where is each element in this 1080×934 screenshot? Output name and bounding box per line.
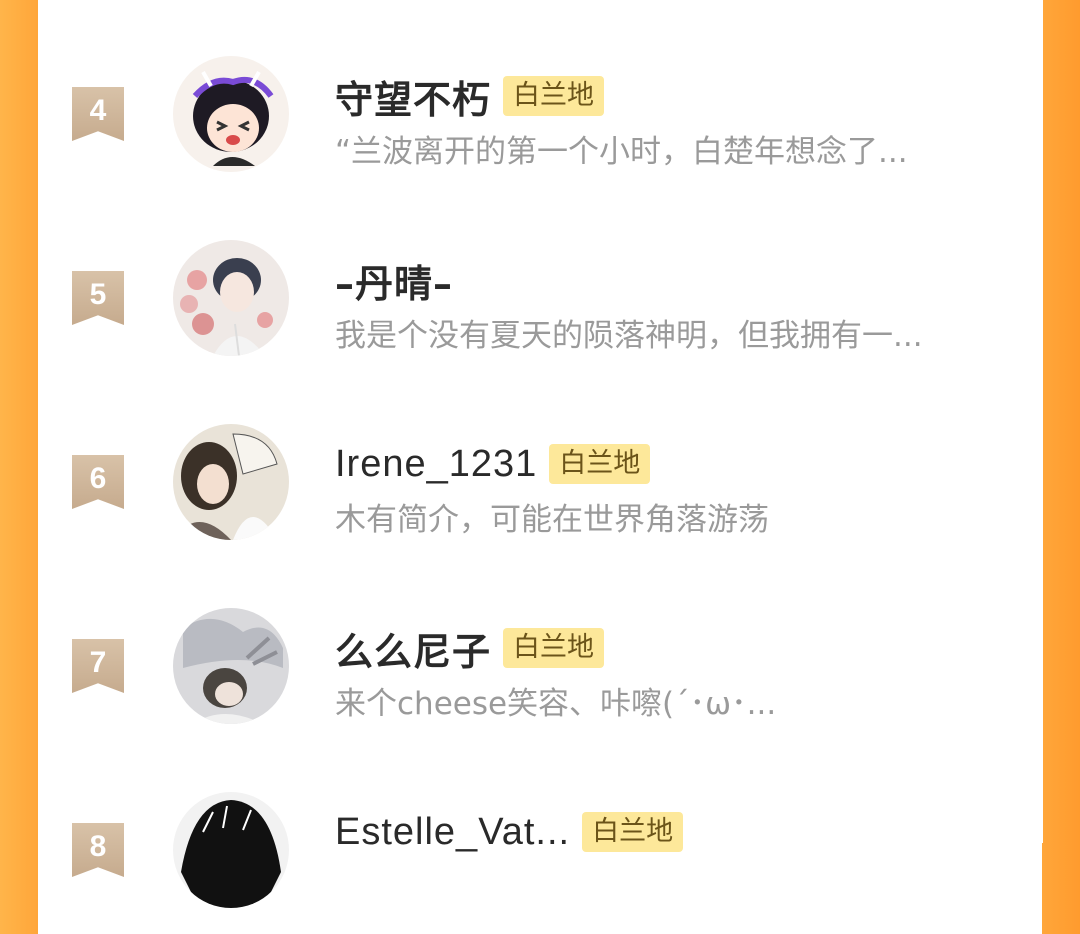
user-name[interactable]: Estelle_Vat... (335, 811, 570, 854)
rank-bookmark-badge: 5 (72, 271, 124, 325)
rank-bookmark-badge: 8 (72, 823, 124, 877)
user-name-line: 守望不朽 白兰地 (335, 69, 605, 124)
avatar[interactable] (173, 240, 289, 356)
user-description: 来个cheese笑容、咔嚓(´･ω･... (335, 686, 777, 722)
brandy-badge: 白兰地 (503, 628, 605, 668)
ranking-list-item[interactable]: 5 –丹晴– 我是个没有夏天的陨落神明，但我拥有一... (38, 212, 1043, 382)
avatar[interactable] (173, 424, 289, 540)
avatar[interactable] (173, 608, 289, 724)
avatar[interactable] (173, 56, 289, 172)
user-name[interactable]: –丹晴– (335, 253, 453, 308)
user-name[interactable]: 守望不朽 (335, 69, 491, 124)
avatar-anime-fan-couple-icon (173, 424, 289, 540)
ranking-panel: 4 守望不朽 白兰地 “兰波离开的第一个小时，白楚年想念了... 5 –丹晴– … (38, 0, 1043, 908)
ranking-list-item[interactable]: 8 Estelle_Vat... 白兰地 (38, 764, 1043, 934)
user-name-line: 么么尼子 白兰地 (335, 621, 605, 676)
avatar-anime-boy-crying-icon (173, 56, 289, 172)
user-name[interactable]: Irene_1231 (335, 443, 537, 486)
rank-bookmark-badge: 6 (72, 455, 124, 509)
rank-bookmark-badge: 4 (72, 87, 124, 141)
user-description: 我是个没有夏天的陨落神明，但我拥有一... (335, 318, 923, 354)
avatar[interactable] (173, 792, 289, 908)
user-name-line: Irene_1231 白兰地 (335, 439, 651, 489)
brandy-badge: 白兰地 (503, 76, 605, 116)
brandy-badge: 白兰地 (582, 812, 684, 852)
brandy-badge: 白兰地 (549, 444, 651, 484)
user-name-line: –丹晴– (335, 253, 453, 308)
avatar-anime-man-flowers-icon (173, 240, 289, 356)
ranking-list-item[interactable]: 6 Irene_1231 白兰地 木有简介，可能在世界角落游荡 (38, 396, 1043, 566)
user-description: “兰波离开的第一个小时，白楚年想念了... (335, 134, 908, 170)
ranking-list-item[interactable]: 7 么么尼子 白兰地 来个cheese笑容、咔嚓(´･ω･... (38, 580, 1043, 750)
user-name[interactable]: 么么尼子 (335, 621, 491, 676)
user-name-line: Estelle_Vat... 白兰地 (335, 807, 684, 857)
user-description: 木有简介，可能在世界角落游荡 (335, 502, 769, 538)
avatar-anime-dark-hair-icon (173, 792, 289, 908)
avatar-anime-grey-couple-icon (173, 608, 289, 724)
ranking-list-item[interactable]: 4 守望不朽 白兰地 “兰波离开的第一个小时，白楚年想念了... (38, 28, 1043, 198)
rank-bookmark-badge: 7 (72, 639, 124, 693)
